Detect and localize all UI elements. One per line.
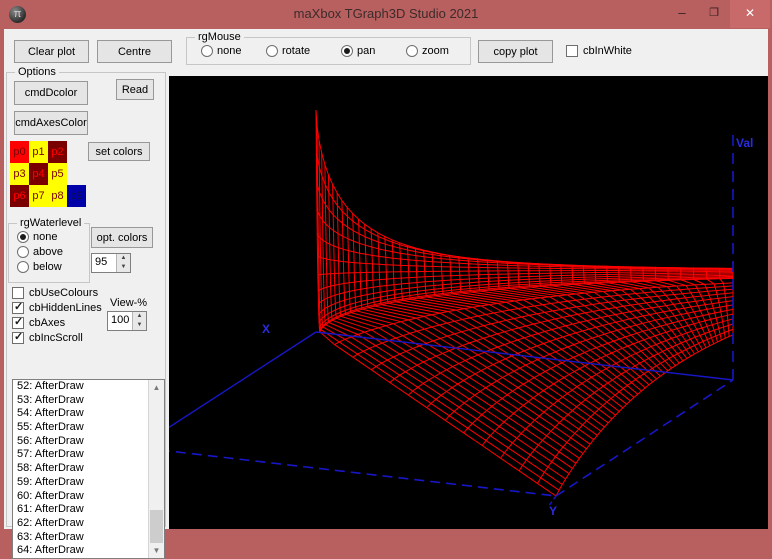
cbaxes-label[interactable]: cbAxes (29, 317, 65, 329)
waterlevel-radio-none[interactable] (17, 231, 29, 243)
close-button[interactable]: ✕ (730, 0, 770, 28)
waterlevel-spin-up-icon[interactable]: ▲ (117, 254, 130, 263)
view-percent-spinner[interactable]: 100 ▲ ▼ (107, 311, 147, 331)
rgmouse-group-label: rgMouse (195, 31, 244, 43)
view-spin-down-icon[interactable]: ▼ (133, 321, 146, 330)
rgmouse-radio-rotate[interactable] (266, 45, 278, 57)
palette-cell-p5[interactable]: p5 (48, 163, 67, 185)
set-colors-button[interactable]: set colors (88, 142, 150, 161)
clear-plot-button[interactable]: Clear plot (14, 40, 89, 63)
view-spin-up-icon[interactable]: ▲ (133, 312, 146, 321)
maximize-button[interactable]: ❐ (698, 0, 730, 28)
list-item[interactable]: 64: AfterDraw (13, 544, 164, 558)
rgmouse-radio-zoom[interactable] (406, 45, 418, 57)
centre-button[interactable]: Centre (97, 40, 172, 63)
options-group-label: Options (15, 66, 59, 78)
copy-plot-button[interactable]: copy plot (478, 40, 553, 63)
cbhiddenlines-checkbox[interactable] (12, 302, 24, 314)
log-listbox[interactable]: 52: AfterDraw 53: AfterDraw 54: AfterDra… (12, 379, 165, 559)
opt-colors-button[interactable]: opt. colors (91, 227, 153, 248)
list-item[interactable]: 61: AfterDraw (13, 503, 164, 517)
palette-cell-p8[interactable]: p8 (48, 185, 67, 207)
cbhiddenlines-label[interactable]: cbHiddenLines (29, 302, 102, 314)
cbaxes-checkbox[interactable] (12, 317, 24, 329)
palette-cell-p7[interactable]: p7 (29, 185, 48, 207)
x-axis-label: X (262, 322, 270, 336)
cbusecolours-checkbox[interactable] (12, 287, 24, 299)
waterlevel-radio-above[interactable] (17, 246, 29, 258)
palette-cell-p3[interactable]: p3 (10, 163, 29, 185)
palette-cell-p4[interactable]: p4 (29, 163, 48, 185)
waterlevel-spinner-value[interactable]: 95 (95, 256, 107, 268)
palette-cell-p9[interactable]: p9 (67, 185, 86, 207)
window-title: maXbox TGraph3D Studio 2021 (293, 6, 479, 21)
waterlevel-label-below[interactable]: below (33, 261, 62, 273)
list-item[interactable]: 56: AfterDraw (13, 435, 164, 449)
waterlevel-label-above[interactable]: above (33, 246, 63, 258)
read-button[interactable]: Read (116, 79, 154, 100)
rgmouse-label-zoom[interactable]: zoom (422, 45, 449, 57)
palette-cell-p0[interactable]: p0 (10, 141, 29, 163)
list-item[interactable]: 59: AfterDraw (13, 476, 164, 490)
list-item[interactable]: 57: AfterDraw (13, 448, 164, 462)
list-item[interactable]: 53: AfterDraw (13, 394, 164, 408)
cbinwhite-label[interactable]: cbInWhite (583, 45, 632, 57)
rgmouse-radio-pan[interactable] (341, 45, 353, 57)
cmd-dcolor-button[interactable]: cmdDcolor (14, 81, 88, 105)
rgmouse-group: rgMouse none rotate pan zoom (186, 31, 471, 65)
palette-cell-p2[interactable]: p2 (48, 141, 67, 163)
minimize-button[interactable]: – (666, 0, 698, 28)
scroll-down-icon[interactable]: ▼ (149, 543, 164, 558)
title-bar: maXbox TGraph3D Studio 2021 π – ❐ ✕ (0, 0, 772, 29)
waterlevel-spin-down-icon[interactable]: ▼ (117, 263, 130, 272)
palette-cell-p1[interactable]: p1 (29, 141, 48, 163)
waterlevel-radio-below[interactable] (17, 261, 29, 273)
cmd-axescolor-button[interactable]: cmdAxesColor (14, 111, 88, 135)
surface-mesh (315, 109, 734, 497)
palette-cell-p6[interactable]: p6 (10, 185, 29, 207)
scroll-thumb[interactable] (150, 510, 163, 543)
waterlevel-label-none[interactable]: none (33, 231, 57, 243)
view-percent-spinner-value[interactable]: 100 (111, 314, 129, 326)
plot-area[interactable]: X Y Val (159, 76, 768, 529)
waterlevel-group-label: rgWaterlevel (17, 217, 85, 229)
rgmouse-label-pan[interactable]: pan (357, 45, 375, 57)
list-item[interactable]: 52: AfterDraw (13, 380, 164, 394)
list-item[interactable]: 58: AfterDraw (13, 462, 164, 476)
rgmouse-radio-none[interactable] (201, 45, 213, 57)
list-item[interactable]: 60: AfterDraw (13, 490, 164, 504)
rgmouse-label-rotate[interactable]: rotate (282, 45, 310, 57)
scroll-up-icon[interactable]: ▲ (149, 380, 164, 395)
cbusecolours-label[interactable]: cbUseColours (29, 287, 98, 299)
val-axis-label: Val (736, 136, 753, 150)
waterlevel-spinner[interactable]: 95 ▲ ▼ (91, 253, 131, 273)
y-axis-label: Y (549, 504, 557, 518)
list-item[interactable]: 54: AfterDraw (13, 407, 164, 421)
app-icon: π (9, 6, 26, 23)
list-item[interactable]: 63: AfterDraw (13, 531, 164, 545)
view-percent-label: View-% (110, 297, 148, 309)
list-item[interactable]: 62: AfterDraw (13, 517, 164, 531)
list-item[interactable]: 55: AfterDraw (13, 421, 164, 435)
surface-plot-canvas[interactable]: X Y Val (159, 76, 768, 529)
x-axis-line (167, 331, 317, 429)
waterlevel-group: rgWaterlevel none above below (8, 217, 90, 283)
cbinwhite-checkbox[interactable] (566, 45, 578, 57)
log-scrollbar[interactable]: ▲ ▼ (148, 380, 164, 558)
rgmouse-label-none[interactable]: none (217, 45, 241, 57)
cbincscroll-label[interactable]: cbIncScroll (29, 332, 83, 344)
cbincscroll-checkbox[interactable] (12, 332, 24, 344)
